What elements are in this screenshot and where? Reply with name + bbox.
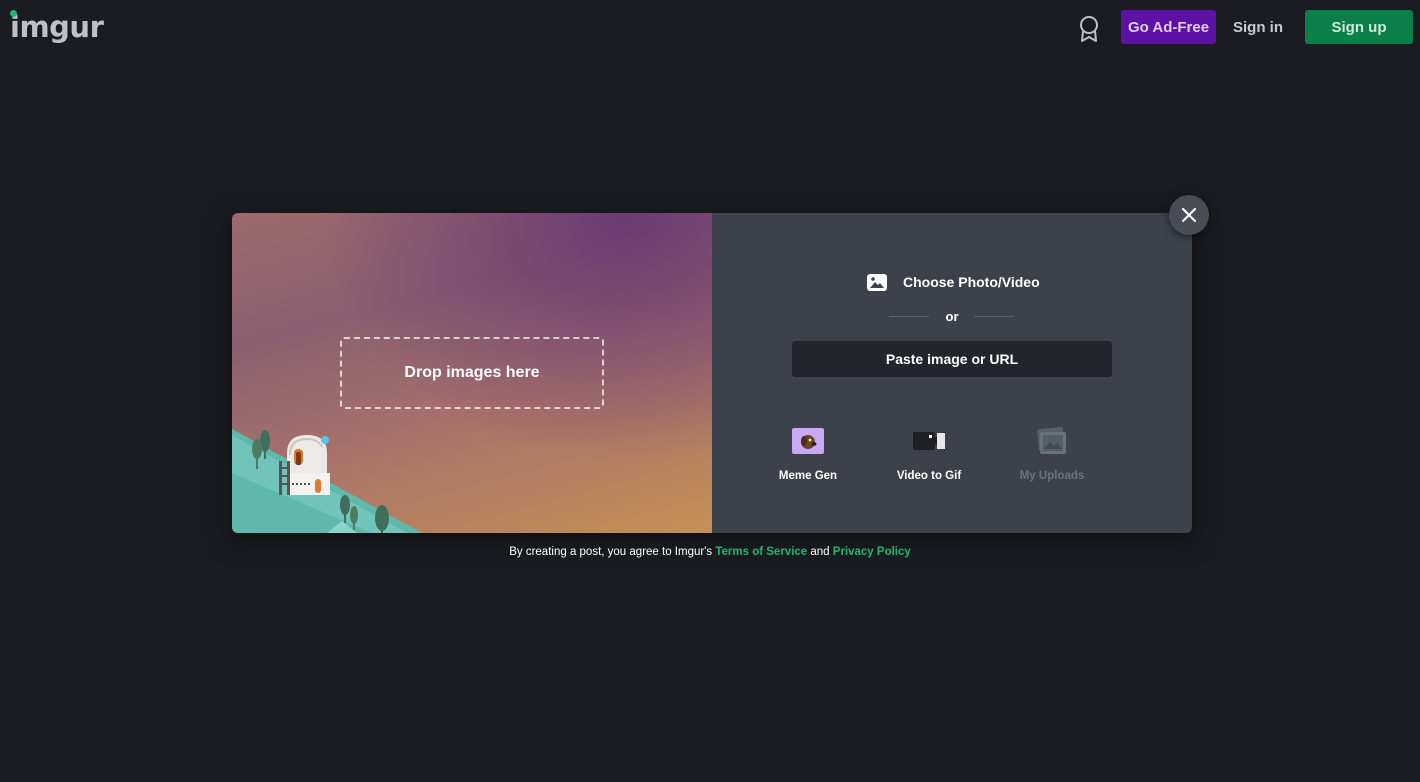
meme-gen-icon [792,428,824,454]
my-uploads-button[interactable]: My Uploads [1002,426,1102,482]
go-ad-free-button[interactable]: Go Ad-Free [1121,10,1216,44]
choose-photo-video-label: Choose Photo/Video [903,274,1040,290]
sign-up-button[interactable]: Sign up [1305,10,1413,44]
video-to-gif-label: Video to Gif [896,470,962,482]
choose-photo-video-button[interactable]: Choose Photo/Video [867,271,1040,293]
sign-in-button[interactable]: Sign in [1228,10,1288,44]
top-bar: imgur Go Ad-Free Sign in Sign up [0,0,1420,56]
privacy-policy-link[interactable]: Privacy Policy [833,546,911,558]
upload-modal: Drop images here Choose Photo/Video or P… [232,213,1192,533]
logo-dot [10,10,17,17]
my-uploads-label: My Uploads [1019,470,1085,482]
meme-gen-label: Meme Gen [778,470,838,482]
video-camera-icon [913,432,945,450]
upload-options-panel: Choose Photo/Video or Paste image or URL… [712,213,1192,533]
or-label: or [945,309,959,324]
close-button[interactable] [1169,195,1209,235]
paste-image-or-url-button[interactable]: Paste image or URL [792,341,1112,377]
terms-prefix: By creating a post, you agree to Imgur's [509,546,713,558]
photos-stack-icon [1037,426,1066,454]
divider-right [974,316,1014,317]
video-to-gif-button[interactable]: Video to Gif [879,427,979,482]
terms-of-service-link[interactable]: Terms of Service [715,546,807,558]
drop-images-zone[interactable]: Drop images here [340,337,604,409]
meme-gen-button[interactable]: Meme Gen [758,427,858,482]
divider-left [889,316,929,317]
terms-and: and [810,546,830,558]
drop-panel[interactable]: Drop images here [232,213,712,533]
award-ribbon-icon[interactable] [1078,15,1100,43]
terms-notice: By creating a post, you agree to Imgur's… [0,546,1420,558]
image-icon [867,273,887,291]
imgur-logo[interactable]: imgur [10,10,104,44]
close-icon [1182,208,1196,222]
observatory-illustration [232,429,422,533]
